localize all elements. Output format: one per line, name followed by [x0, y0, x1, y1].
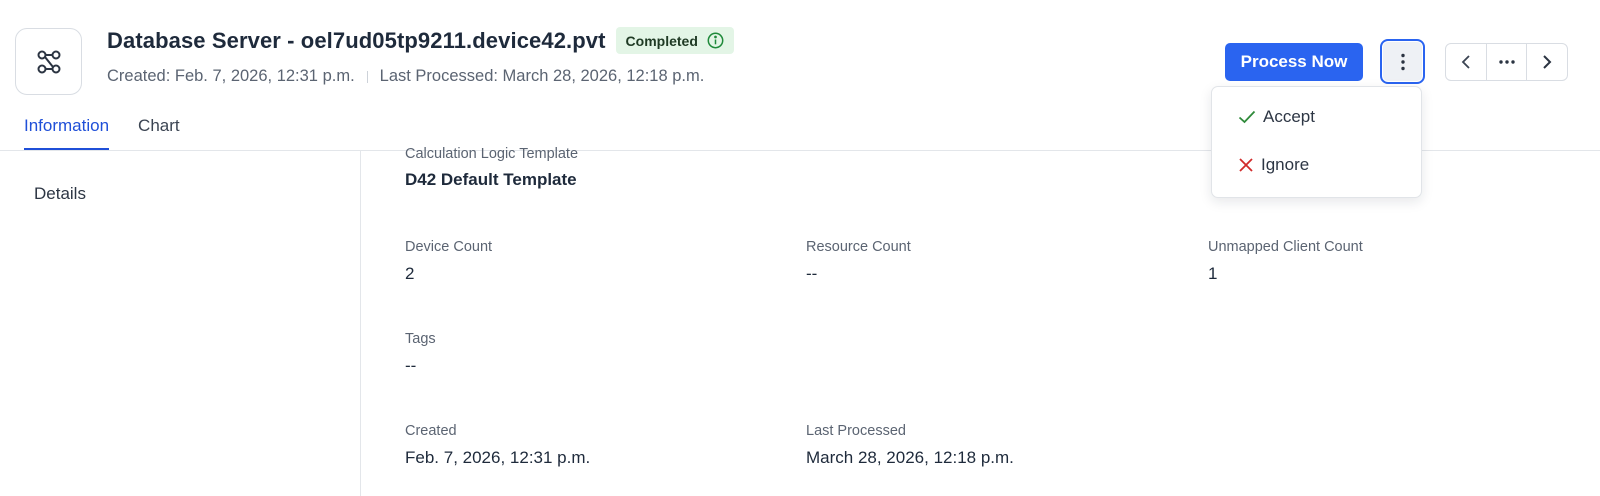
tags-value: --	[405, 356, 417, 375]
next-button[interactable]	[1526, 44, 1567, 80]
resource-count-field: Resource Count --	[806, 239, 911, 284]
created-label: Created	[405, 423, 457, 439]
menu-item-ignore[interactable]: Ignore	[1238, 155, 1309, 175]
record-navigation	[1445, 43, 1568, 81]
app-icon	[15, 28, 82, 95]
device-count-label: Device Count	[405, 239, 493, 255]
meta-row: Created: Feb. 7, 2026, 12:31 p.m. Last P…	[107, 67, 704, 86]
tab-bar: Information Chart	[0, 116, 209, 150]
last-processed-value: March 28, 2026, 12:18 p.m.	[806, 448, 1014, 467]
close-icon	[1239, 158, 1253, 172]
last-processed-meta: Last Processed: March 28, 2026, 12:18 p.…	[379, 67, 705, 85]
status-badge: Completed	[615, 27, 734, 54]
overflow-button[interactable]	[1485, 44, 1527, 80]
check-icon	[1238, 110, 1256, 124]
process-now-button[interactable]: Process Now	[1225, 43, 1363, 81]
created-field: Created Feb. 7, 2026, 12:31 p.m.	[405, 423, 590, 468]
status-label: Completed	[625, 32, 698, 49]
resource-count-value: --	[806, 264, 818, 283]
created-value: Feb. 7, 2026, 12:31 p.m.	[405, 448, 591, 467]
chevron-left-icon	[1461, 55, 1470, 69]
sidebar-divider	[360, 151, 361, 496]
info-circle-icon[interactable]	[707, 32, 724, 49]
unmapped-client-count-field: Unmapped Client Count 1	[1208, 239, 1363, 284]
template-label: Calculation Logic Template	[405, 146, 579, 162]
unmapped-client-count-value: 1	[1208, 264, 1218, 283]
tags-field: Tags --	[405, 331, 436, 376]
page-title: Database Server - oel7ud05tp9211.device4…	[107, 27, 606, 53]
menu-item-accept-label: Accept	[1263, 107, 1315, 126]
sidebar-item-details[interactable]: Details	[34, 184, 86, 204]
tags-label: Tags	[405, 331, 436, 347]
previous-button[interactable]	[1446, 44, 1486, 80]
last-processed-label: Last Processed	[806, 423, 906, 439]
unmapped-client-count-label: Unmapped Client Count	[1208, 239, 1363, 255]
template-field: Calculation Logic Template D42 Default T…	[405, 146, 578, 190]
resource-count-label: Resource Count	[806, 239, 911, 255]
title-row: Database Server - oel7ud05tp9211.device4…	[107, 27, 734, 54]
created-meta: Created: Feb. 7, 2026, 12:31 p.m.	[107, 67, 355, 85]
menu-item-ignore-label: Ignore	[1261, 155, 1310, 174]
more-actions-button[interactable]	[1380, 39, 1425, 84]
template-value: D42 Default Template	[405, 170, 577, 189]
device-count-field: Device Count 2	[405, 239, 492, 284]
vertical-dots-icon	[1400, 53, 1405, 70]
workflow-nodes-icon	[37, 50, 60, 73]
actions-menu: Accept Ignore	[1211, 86, 1422, 198]
horizontal-dots-icon	[1498, 60, 1515, 64]
tab-information[interactable]: Information	[24, 116, 110, 150]
device-count-value: 2	[405, 264, 415, 283]
chevron-right-icon	[1543, 55, 1552, 69]
meta-separator	[366, 70, 368, 83]
tab-chart[interactable]: Chart	[138, 116, 180, 150]
menu-item-accept[interactable]: Accept	[1238, 107, 1315, 127]
last-processed-field: Last Processed March 28, 2026, 12:18 p.m…	[806, 423, 1014, 468]
